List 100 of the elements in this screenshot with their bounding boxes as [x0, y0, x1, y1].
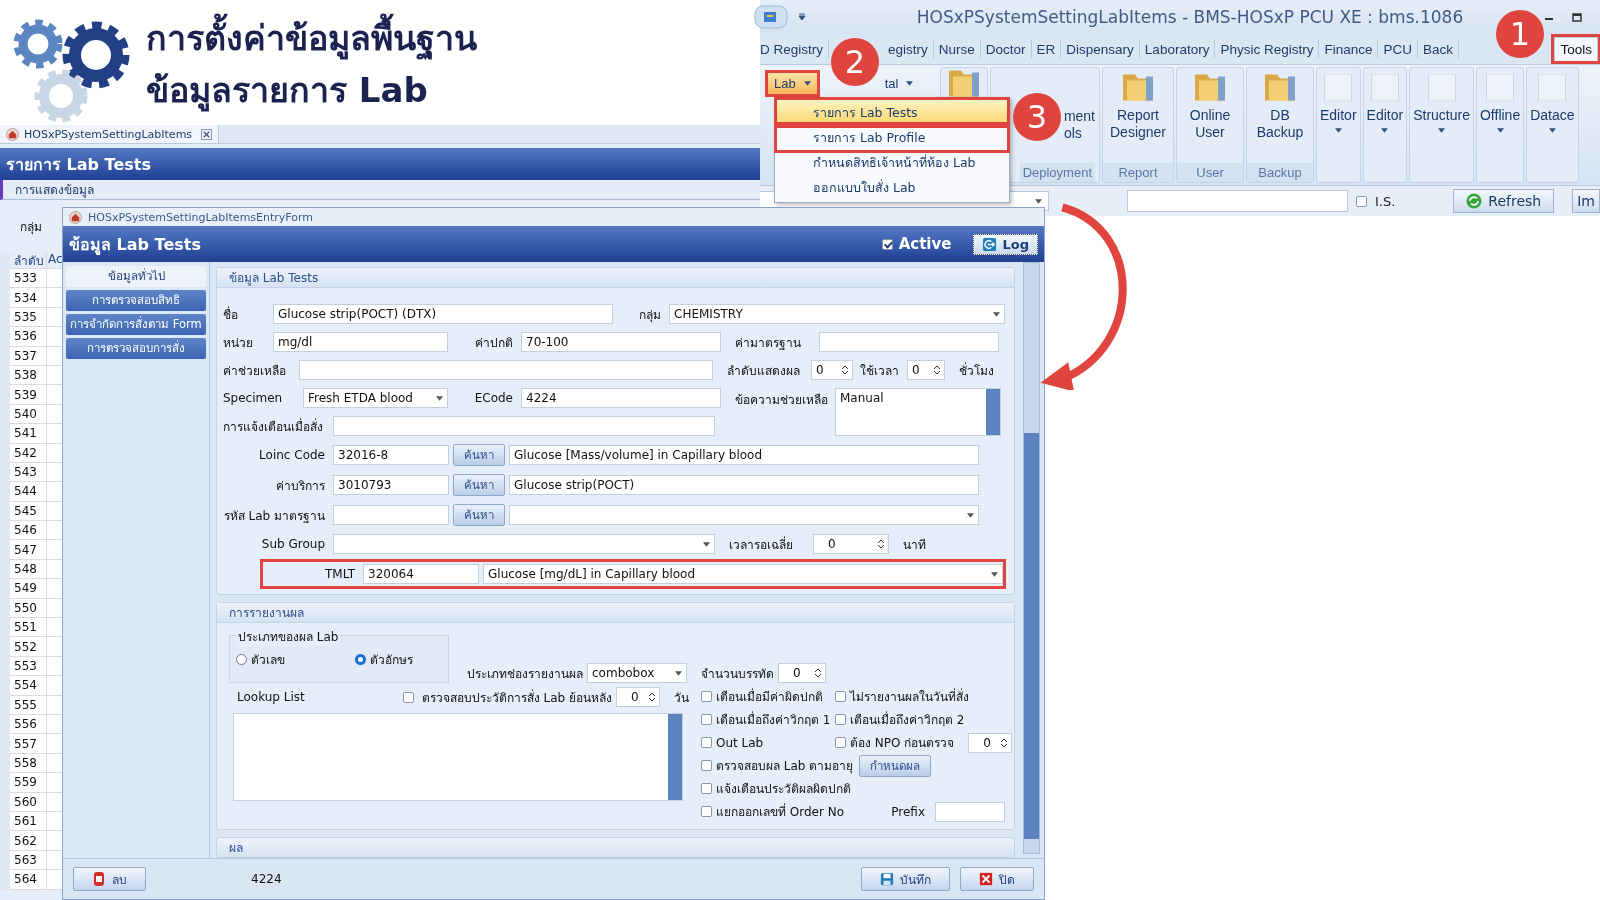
refresh-button[interactable]: Refresh	[1453, 189, 1555, 213]
spin-box[interactable]: 0	[813, 534, 889, 554]
log-button[interactable]: Log	[973, 233, 1038, 255]
close-button[interactable]: ปิด	[960, 867, 1034, 891]
ribbon-button[interactable]: Offline	[1479, 68, 1521, 182]
nav-tab[interactable]: การจำกัดการสั่งตาม Form	[66, 314, 206, 335]
table-cell-text: 540	[13, 406, 38, 421]
toolbar-button[interactable]: Im	[1572, 189, 1600, 213]
ribbon-button[interactable]: Editor	[1366, 68, 1404, 182]
search-field[interactable]	[1127, 190, 1348, 212]
ribbon-tab[interactable]: Doctor	[980, 37, 1031, 61]
ribbon-tab[interactable]: PCU	[1378, 37, 1417, 61]
dropdown-field[interactable]: combobox	[587, 663, 687, 683]
scrollbar[interactable]	[668, 714, 682, 800]
spin-box[interactable]: 0	[968, 732, 1013, 753]
ribbon-button[interactable]: Structure	[1413, 68, 1470, 182]
text-area[interactable]: Manual	[835, 388, 1001, 436]
checkbox[interactable]	[1356, 195, 1367, 207]
ribbon-tab[interactable]: egistry	[883, 37, 933, 61]
dropdown-button[interactable]: tal	[878, 73, 920, 94]
checkbox[interactable]	[835, 714, 846, 725]
text-field[interactable]: Glucose strip(POCT)	[509, 475, 979, 495]
ribbon-tab[interactable]: Nurse	[933, 37, 980, 61]
text-field[interactable]: 32016-8	[333, 445, 449, 465]
table-cell-text: 556	[13, 717, 38, 732]
checkbox[interactable]	[402, 691, 414, 703]
text-field[interactable]: 3010793	[333, 475, 449, 495]
checkbox[interactable]	[835, 737, 846, 748]
checkbox[interactable]	[701, 783, 712, 794]
delete-button[interactable]: ลบ	[73, 867, 146, 891]
nav-tab[interactable]: การตรวจสอบสิทธิ	[66, 290, 206, 311]
close-icon[interactable]	[201, 128, 213, 140]
ribbon-button[interactable]: DB Backup	[1256, 68, 1304, 163]
dropdown-field[interactable]: Fresh ETDA blood	[303, 388, 448, 408]
caret-icon	[1334, 128, 1342, 133]
ribbon-button[interactable]: Editor	[1320, 68, 1357, 182]
ribbon-tab[interactable]: Physic Registry	[1215, 37, 1319, 61]
radio-button[interactable]	[355, 654, 366, 665]
text-field[interactable]	[333, 505, 449, 525]
text-field[interactable]: Glucose [Mass/volume] in Capillary blood	[509, 445, 979, 465]
ribbon-tab[interactable]: ER	[1031, 37, 1061, 61]
text-field[interactable]	[819, 332, 999, 352]
app-icon[interactable]	[754, 5, 788, 29]
caret-icon[interactable]	[798, 13, 806, 21]
checkbox[interactable]	[701, 806, 712, 817]
nav-tab[interactable]: ข้อมูลทั่วไป	[66, 266, 206, 287]
text-field[interactable]: mg/dl	[273, 332, 448, 352]
ribbon-tab[interactable]: Dispensary	[1061, 37, 1139, 61]
spin-box[interactable]: 0	[778, 663, 826, 683]
checkbox[interactable]	[701, 760, 712, 771]
text-field[interactable]: 4224	[521, 388, 721, 408]
checkbox[interactable]	[701, 737, 712, 748]
text-field[interactable]	[333, 416, 715, 436]
text-field[interactable]	[935, 801, 1005, 822]
spin-box[interactable]: 0	[811, 360, 853, 380]
spin-box[interactable]: 0	[907, 360, 945, 380]
checkbox[interactable]	[881, 238, 893, 250]
search-button[interactable]: ค้นหา	[453, 444, 505, 466]
ribbon-button[interactable]: ment ols	[1063, 68, 1099, 163]
menu-item[interactable]: รายการ Lab Profile	[777, 125, 1007, 150]
ribbon-tab[interactable]: Tools	[1554, 37, 1598, 61]
nav-tab[interactable]: การตรวจสอบการสั่ง	[66, 338, 206, 359]
ribbon-tab[interactable]: D Registry	[760, 37, 828, 61]
ribbon-tab[interactable]: Finance	[1319, 37, 1378, 61]
dropdown-field[interactable]	[333, 534, 715, 554]
save-button[interactable]: บันทึก	[861, 867, 950, 891]
spin-box[interactable]: 0	[616, 687, 660, 707]
search-button[interactable]: ค้นหา	[453, 474, 505, 496]
checkbox[interactable]	[835, 691, 846, 702]
ribbon-tab[interactable]: Back	[1418, 37, 1458, 61]
table-cell-text: 561	[13, 814, 38, 829]
ribbon-tab[interactable]: Laboratory	[1139, 37, 1215, 61]
column-header[interactable]: ลำดับ	[10, 250, 46, 270]
dropdown-button[interactable]: Lab	[768, 73, 817, 94]
table-cell-text: 538	[13, 368, 38, 383]
ribbon-button[interactable]: Online User	[1189, 68, 1231, 163]
dropdown-field[interactable]: Glucose [mg/dL] in Capillary blood	[483, 564, 1003, 584]
field-label: ECode	[473, 391, 514, 405]
dropdown-field[interactable]	[509, 505, 979, 525]
radio-label: ตัวอักษร	[370, 652, 413, 669]
radio-button[interactable]	[236, 654, 247, 665]
text-field[interactable]: 70-100	[521, 332, 721, 352]
table-cell-text: 544	[13, 484, 38, 499]
text-field[interactable]	[299, 360, 713, 380]
text-field[interactable]: 320064	[363, 564, 479, 584]
scrollbar[interactable]	[1023, 262, 1040, 854]
menu-item[interactable]: ออกแบบใบสั่ง Lab	[777, 175, 1007, 200]
dropdown-field[interactable]: CHEMISTRY	[669, 304, 1005, 324]
set-result-button[interactable]: กำหนดผล	[859, 754, 932, 777]
checkbox[interactable]	[701, 691, 712, 702]
search-button[interactable]: ค้นหา	[453, 504, 505, 526]
list-box[interactable]	[233, 713, 683, 801]
ribbon-button[interactable]: Report Designer	[1110, 68, 1166, 163]
maximize-icon[interactable]	[1572, 12, 1582, 22]
ribbon-button[interactable]: Datace	[1530, 68, 1575, 182]
checkbox[interactable]	[701, 714, 712, 725]
text-field[interactable]: Glucose strip(POCT) (DTX)	[273, 304, 613, 324]
scrollbar[interactable]	[986, 389, 1000, 435]
menu-item[interactable]: กำหนดสิทธิเจ้าหน้าที่ห้อง Lab	[777, 150, 1007, 175]
document-tab[interactable]: HOSxPSystemSettingLabItems	[0, 125, 220, 143]
